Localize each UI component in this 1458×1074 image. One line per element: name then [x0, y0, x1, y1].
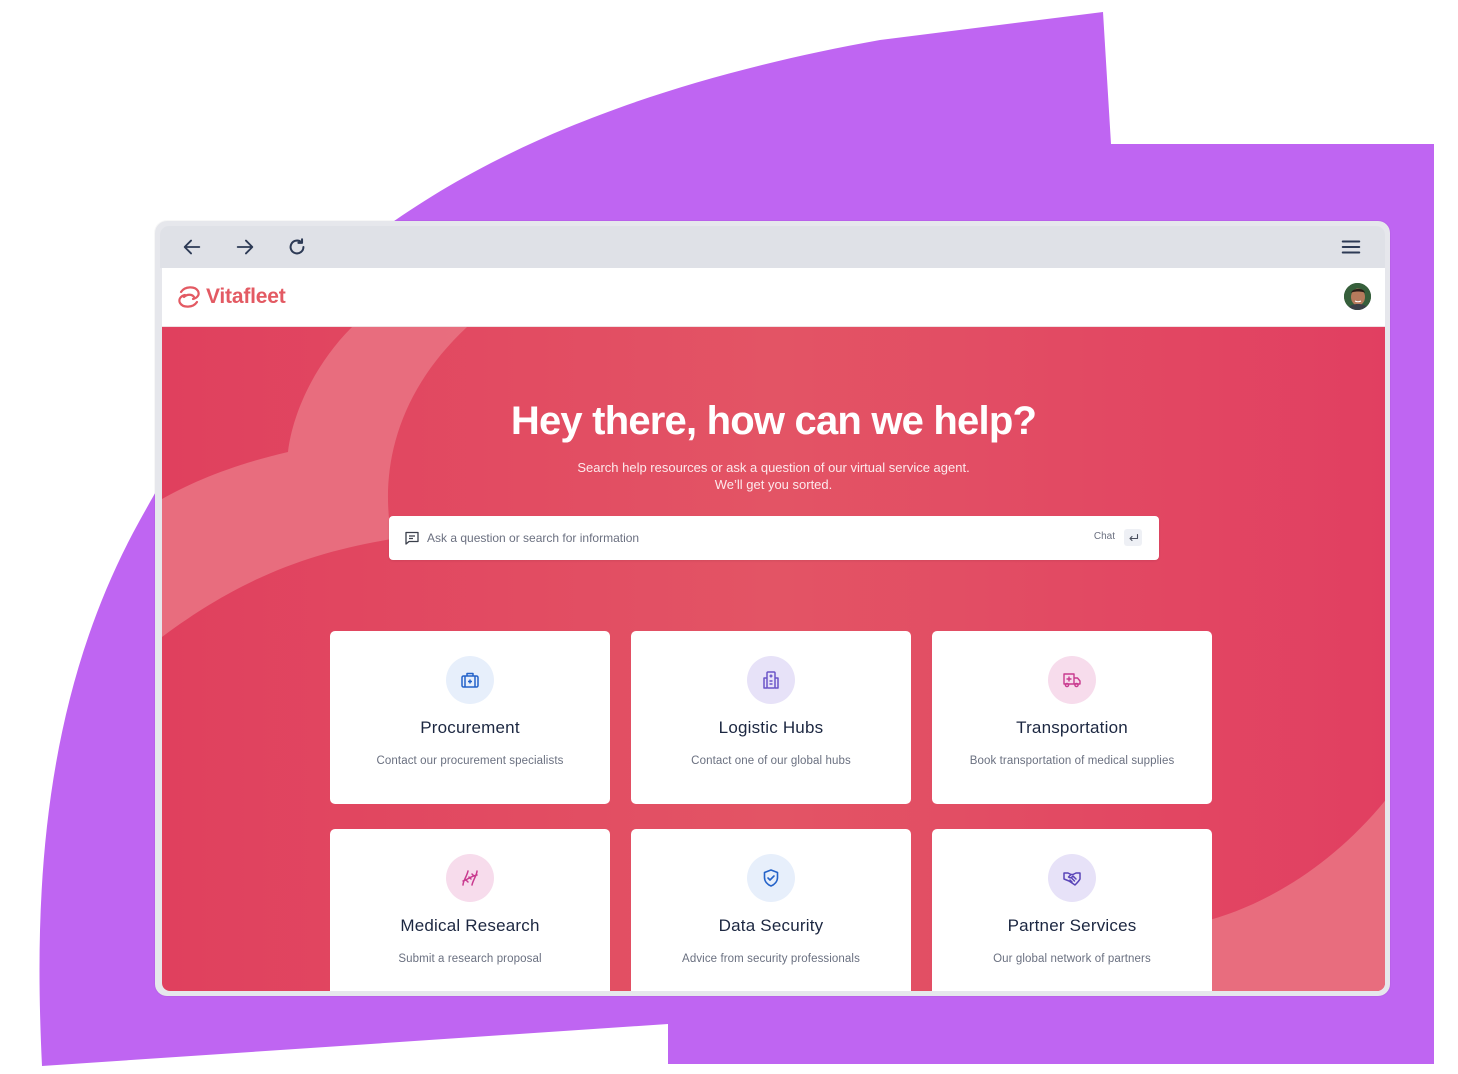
reload-icon	[289, 238, 305, 255]
card-partner-services[interactable]: Partner Services Our global network of p…	[932, 829, 1212, 991]
hospital-building-icon	[763, 671, 779, 689]
arrow-right-icon	[236, 239, 254, 255]
card-procurement[interactable]: Procurement Contact our procurement spec…	[330, 631, 610, 804]
card-description: Contact one of our global hubs	[691, 755, 851, 767]
search-bar: Chat	[389, 516, 1159, 560]
reload-button[interactable]	[283, 234, 311, 260]
card-description: Contact our procurement specialists	[376, 755, 564, 767]
arrow-left-icon	[183, 239, 201, 255]
avatar-photo-icon	[1344, 283, 1371, 310]
card-icon-bg	[747, 656, 795, 704]
ambulance-truck-icon	[1063, 673, 1081, 688]
back-button[interactable]	[178, 234, 206, 260]
card-description: Advice from security professionals	[682, 953, 860, 965]
card-icon-bg	[446, 854, 494, 902]
card-description: Submit a research proposal	[398, 953, 542, 965]
card-icon-bg	[1048, 854, 1096, 902]
enter-button[interactable]	[1124, 529, 1142, 546]
handshake-icon	[1063, 872, 1081, 886]
card-title: Medical Research	[400, 916, 540, 935]
shield-check-icon	[763, 869, 779, 887]
hero-subtitle: Search help resources or ask a question …	[162, 459, 1385, 493]
logo[interactable]: Vitafleet	[175, 284, 286, 310]
card-description: Our global network of partners	[993, 953, 1151, 965]
hamburger-menu-icon	[1341, 240, 1361, 254]
enter-key-icon	[1128, 533, 1138, 541]
chat-label[interactable]: Chat	[1094, 531, 1115, 542]
dna-icon	[462, 870, 478, 886]
medical-briefcase-icon	[461, 672, 479, 688]
card-description: Book transportation of medical supplies	[969, 755, 1175, 767]
card-logistic-hubs[interactable]: Logistic Hubs Contact one of our global …	[631, 631, 911, 804]
search-input[interactable]	[427, 516, 1067, 560]
menu-button[interactable]	[1337, 234, 1365, 260]
card-medical-research[interactable]: Medical Research Submit a research propo…	[330, 829, 610, 991]
card-title: Partner Services	[1007, 916, 1137, 935]
page-viewport: Vitafleet Hey there, how can we help? Se…	[162, 268, 1385, 991]
card-icon-bg	[446, 656, 494, 704]
card-title: Logistic Hubs	[718, 718, 824, 737]
card-icon-bg	[747, 854, 795, 902]
card-data-security[interactable]: Data Security Advice from security profe…	[631, 829, 911, 991]
vitafleet-logo-icon	[178, 286, 200, 308]
user-avatar[interactable]	[1344, 283, 1371, 310]
site-header: Vitafleet	[162, 268, 1385, 327]
card-title: Procurement	[420, 718, 520, 737]
card-transportation[interactable]: Transportation Book transportation of me…	[932, 631, 1212, 804]
browser-toolbar	[160, 226, 1385, 268]
card-icon-bg	[1048, 656, 1096, 704]
hero-section: Hey there, how can we help? Search help …	[162, 327, 1385, 991]
hero-subtitle-line-1: Search help resources or ask a question …	[577, 460, 970, 475]
hero-title: Hey there, how can we help?	[510, 399, 1037, 443]
logo-text: Vitafleet	[206, 285, 286, 308]
card-title: Data Security	[718, 916, 824, 935]
browser-window: Vitafleet Hey there, how can we help? Se…	[155, 221, 1390, 996]
chat-message-icon	[405, 531, 419, 545]
card-title: Transportation	[1016, 718, 1128, 737]
forward-button[interactable]	[231, 234, 259, 260]
hero-subtitle-line-2: We’ll get you sorted.	[714, 477, 833, 492]
